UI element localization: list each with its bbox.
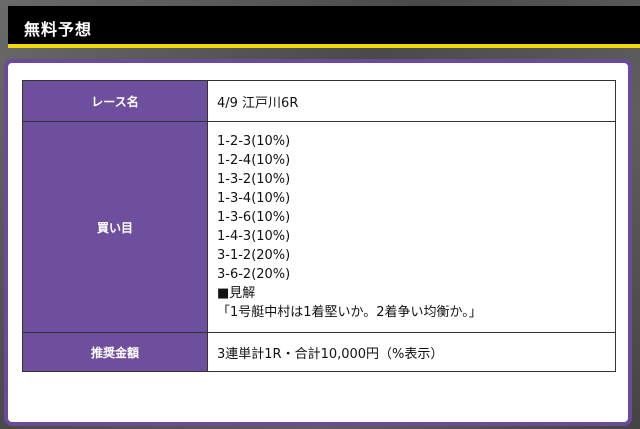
recommended-amount-row: 推奨金額 3連単計1R・合計10,000円（%表示） — [22, 332, 616, 372]
race-name-row: レース名 4/9 江戸川6R — [22, 80, 616, 122]
section-title: 無料予想 — [24, 20, 93, 39]
bet-line: 1-4-3(10%) — [217, 229, 291, 244]
bet-line: 1-3-4(10%) — [217, 191, 291, 206]
bets-label: 買い目 — [22, 121, 208, 333]
recommended-amount-value: 3連単計1R・合計10,000円（%表示） — [207, 332, 616, 372]
opinion-text: 「1号艇中村は1着堅いか。2着争い均衡か。」 — [217, 305, 482, 320]
bet-line: 3-1-2(20%) — [217, 248, 291, 263]
bets-value: 1-2-3(10%) 1-2-4(10%) 1-3-2(10%) 1-3-4(1… — [207, 121, 616, 333]
prediction-card: レース名 4/9 江戸川6R 買い目 1-2-3(10%) 1-2-4(10%)… — [4, 59, 632, 426]
section-header: 無料予想 — [8, 6, 640, 48]
bet-line: 1-3-2(10%) — [217, 172, 291, 187]
bet-line: 1-2-3(10%) — [217, 134, 291, 149]
opinion-heading: ■見解 — [217, 286, 256, 301]
bets-row: 買い目 1-2-3(10%) 1-2-4(10%) 1-3-2(10%) 1-3… — [22, 121, 616, 333]
recommended-amount-label: 推奨金額 — [22, 332, 208, 372]
bet-line: 3-6-2(20%) — [217, 267, 291, 282]
prediction-table: レース名 4/9 江戸川6R 買い目 1-2-3(10%) 1-2-4(10%)… — [22, 80, 616, 372]
bet-line: 1-2-4(10%) — [217, 153, 291, 168]
race-name-label: レース名 — [22, 80, 208, 122]
bet-line: 1-3-6(10%) — [217, 210, 291, 225]
race-name-value: 4/9 江戸川6R — [207, 80, 616, 122]
